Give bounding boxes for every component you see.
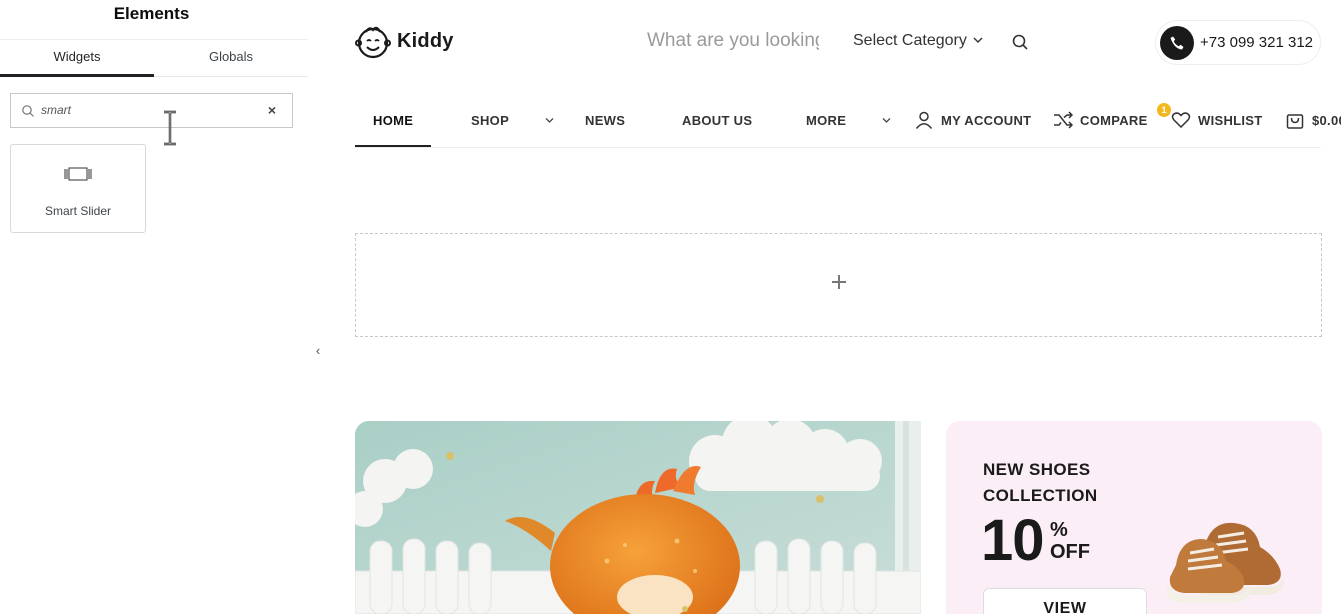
dinosaur-toy-illustration (355, 421, 921, 614)
main-nav: HOME SHOP NEWS ABOUT US MORE MY ACCOUNT … (355, 100, 1341, 148)
widget-search-input[interactable]: smart × (10, 93, 293, 128)
nav-about-us[interactable]: ABOUT US (682, 113, 752, 128)
wishlist-count-badge: 1 (1157, 103, 1171, 117)
phone-contact[interactable]: +73 099 321 312 (1155, 20, 1321, 65)
nav-more[interactable]: MORE (806, 113, 846, 128)
add-section-dropzone[interactable] (355, 233, 1322, 337)
heart-icon (1171, 112, 1191, 129)
plus-icon[interactable] (830, 273, 848, 291)
elements-panel: Elements Widgets Globals smart × Smart S… (0, 0, 327, 614)
nav-shop[interactable]: SHOP (471, 113, 509, 128)
search-icon[interactable] (1011, 33, 1029, 51)
compare-icon (1054, 111, 1073, 129)
nav-wishlist[interactable]: WISHLIST (1198, 113, 1263, 128)
panel-title: Elements (113, 4, 190, 23)
shoes-image (1166, 522, 1284, 603)
clear-search-icon[interactable]: × (268, 102, 276, 118)
tab-globals[interactable]: Globals (154, 40, 308, 77)
nav-my-account[interactable]: MY ACCOUNT (941, 113, 1031, 128)
promo-card: NEW SHOES COLLECTION 10 % OFF VIEW (946, 421, 1322, 614)
slider-icon (64, 167, 92, 181)
phone-icon (1160, 26, 1194, 60)
widget-label: Smart Slider (44, 204, 112, 218)
product-search-input[interactable]: What are you looking (647, 30, 819, 52)
chevron-down-icon (973, 37, 983, 43)
hero-banner-image[interactable] (355, 421, 921, 614)
search-icon (22, 105, 34, 117)
nav-news[interactable]: NEWS (585, 113, 625, 128)
kiddy-logo-icon (355, 26, 391, 59)
view-button[interactable]: VIEW (983, 588, 1147, 614)
tab-widgets[interactable]: Widgets (0, 40, 154, 77)
chevron-down-icon (545, 118, 554, 123)
category-select[interactable]: Select Category (853, 32, 967, 50)
widget-smart-slider[interactable]: Smart Slider (10, 144, 146, 233)
collapse-panel-button[interactable]: ‹ (309, 330, 327, 372)
nav-compare[interactable]: COMPARE (1080, 113, 1148, 128)
text-cursor-icon (164, 110, 176, 146)
search-value: smart (41, 103, 71, 117)
phone-number: +73 099 321 312 (1200, 34, 1314, 51)
promo-discount: 10 (981, 508, 1045, 573)
nav-home[interactable]: HOME (373, 113, 413, 128)
panel-tabs: Widgets Globals (0, 39, 308, 77)
nav-cart-total[interactable]: $0.00 (1312, 113, 1341, 128)
app-root: Elements Widgets Globals smart × Smart S… (0, 0, 1341, 614)
active-underline (355, 145, 431, 147)
user-icon (915, 111, 933, 129)
shopping-bag-icon (1286, 114, 1304, 129)
promo-title: NEW SHOES COLLECTION (983, 460, 1098, 505)
brand-name[interactable]: Kiddy (397, 30, 454, 53)
promo-percent: % (1050, 519, 1068, 541)
chevron-down-icon (882, 118, 891, 123)
promo-off: OFF (1050, 541, 1090, 563)
site-preview: Kiddy What are you looking Select Catego… (327, 0, 1341, 614)
